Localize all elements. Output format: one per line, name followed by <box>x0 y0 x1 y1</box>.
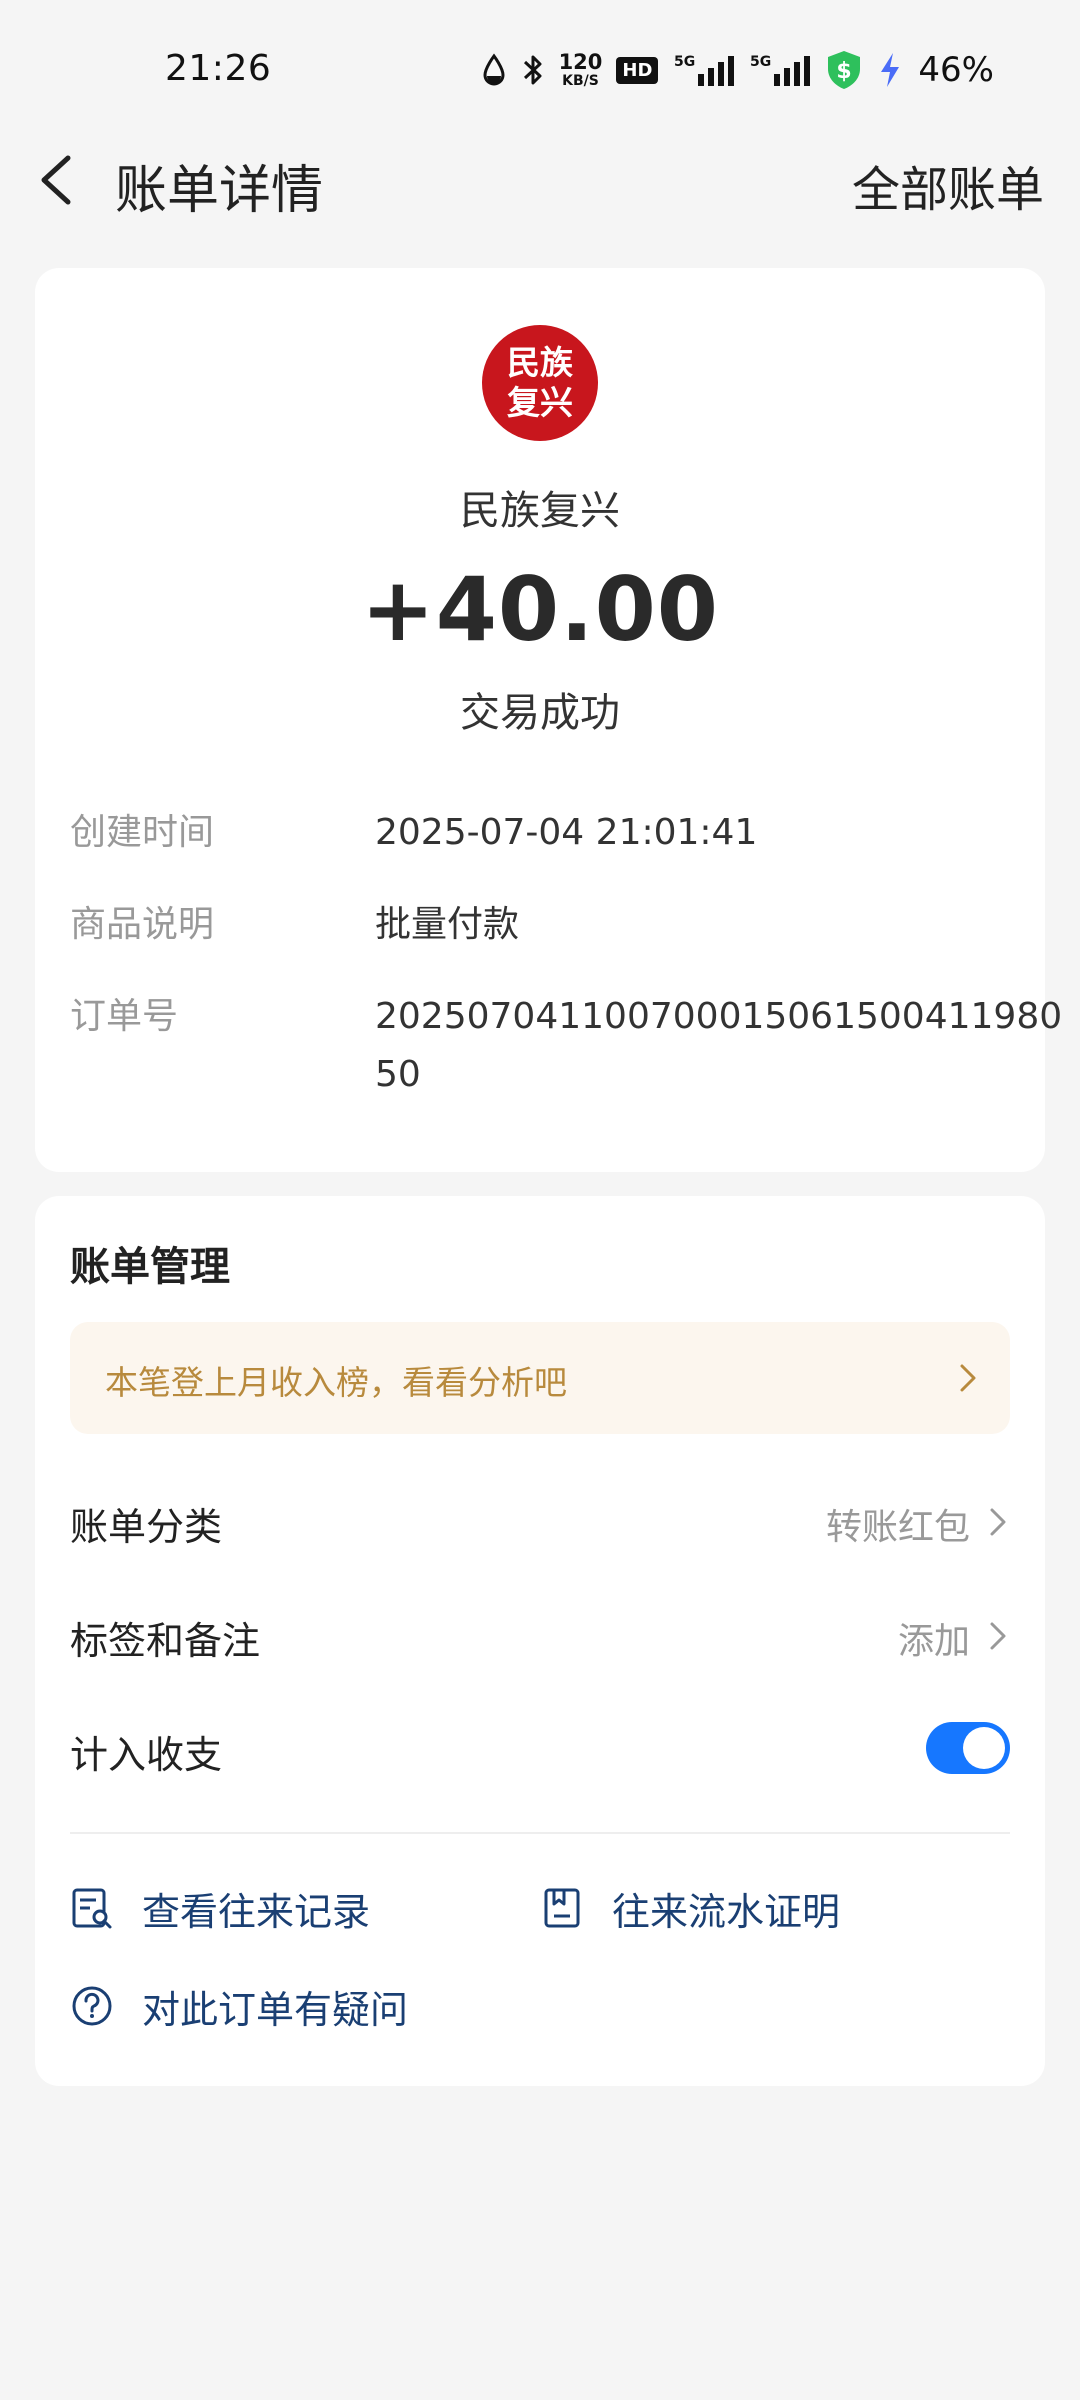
header: 账单详情 全部账单 <box>0 130 1080 230</box>
include-income-row: 计入收支 <box>70 1708 1010 1788</box>
order-question-link[interactable]: 对此订单有疑问 <box>70 1976 408 2036</box>
transaction-amount: +40.00 <box>360 558 720 661</box>
bill-category-row[interactable]: 账单分类 转账红包 <box>70 1480 1010 1560</box>
svg-text:$: $ <box>837 59 852 84</box>
toggle-knob <box>963 1727 1005 1769</box>
view-history-link[interactable]: 查看往来记录 <box>70 1878 370 1938</box>
bill-category-value: 转账红包 <box>825 1507 970 1548</box>
bluetooth-icon <box>521 52 545 88</box>
svg-text:5G: 5G <box>674 54 695 70</box>
analysis-banner-text: 本笔登上月收入榜，看看分析吧 <box>105 1363 567 1402</box>
tags-notes-value: 添加 <box>897 1621 970 1662</box>
bill-manage-card: 账单管理 本笔登上月收入榜，看看分析吧 账单分类 转账红包 标签和备注 添加 计… <box>35 1196 1045 2086</box>
goods-label: 商品说明 <box>70 904 215 945</box>
order-label: 订单号 <box>70 996 179 1037</box>
status-bar: 21:26 120 KB/S HD 5G 5G $ 46% <box>0 0 1080 130</box>
goods-value: 批量付款 <box>375 904 520 945</box>
chevron-right-icon <box>990 1508 1006 1536</box>
hd-badge: HD <box>616 56 659 84</box>
status-time: 21:26 <box>165 48 272 89</box>
back-button[interactable] <box>30 150 90 210</box>
manage-title: 账单管理 <box>70 1244 230 1290</box>
record-search-icon <box>72 1888 112 1929</box>
signal-icon-2: 5G <box>750 52 811 88</box>
bill-category-label: 账单分类 <box>70 1505 223 1549</box>
order-value[interactable]: 20250704110070001506150041198050 <box>375 988 1075 1104</box>
merchant-avatar-text: 民族复兴 <box>507 343 573 422</box>
transaction-status: 交易成功 <box>460 690 620 736</box>
signal-icon: 5G <box>672 52 736 88</box>
merchant-name: 民族复兴 <box>460 488 620 534</box>
analysis-banner[interactable]: 本笔登上月收入榜，看看分析吧 <box>70 1322 1010 1434</box>
battery-percent: 46% <box>918 50 994 90</box>
document-icon <box>544 1888 580 1928</box>
transaction-proof-link[interactable]: 往来流水证明 <box>540 1878 840 1938</box>
include-income-label: 计入收支 <box>70 1733 223 1777</box>
chevron-right-icon <box>960 1364 976 1392</box>
divider <box>70 1832 1010 1834</box>
include-income-toggle[interactable] <box>926 1722 1010 1774</box>
all-bills-link[interactable]: 全部账单 <box>852 150 1044 220</box>
transaction-proof-label: 往来流水证明 <box>612 1889 841 1934</box>
tags-notes-label: 标签和备注 <box>70 1619 261 1663</box>
chevron-left-icon <box>41 155 71 205</box>
network-speed-value: 120 <box>558 50 603 74</box>
chevron-right-icon <box>990 1622 1006 1650</box>
page-title: 账单详情 <box>115 161 324 221</box>
transaction-card: 民族复兴 民族复兴 +40.00 交易成功 创建时间 2025-07-04 21… <box>35 268 1062 1172</box>
question-circle-icon <box>72 1986 112 2026</box>
water-drop-icon <box>481 53 507 87</box>
created-label: 创建时间 <box>70 812 215 853</box>
network-speed: 120 KB/S <box>558 50 603 89</box>
charging-icon <box>878 51 902 89</box>
view-history-label: 查看往来记录 <box>142 1889 371 1934</box>
merchant-avatar: 民族复兴 <box>482 325 598 441</box>
svg-text:5G: 5G <box>750 54 771 70</box>
order-question-label: 对此订单有疑问 <box>142 1987 409 2032</box>
network-speed-unit: KB/S <box>562 73 599 89</box>
status-icons: 120 KB/S HD 5G 5G $ 46% <box>481 48 994 92</box>
created-value: 2025-07-04 21:01:41 <box>375 812 758 853</box>
shield-dollar-icon: $ <box>824 49 864 91</box>
tags-notes-row[interactable]: 标签和备注 添加 <box>70 1594 1010 1674</box>
